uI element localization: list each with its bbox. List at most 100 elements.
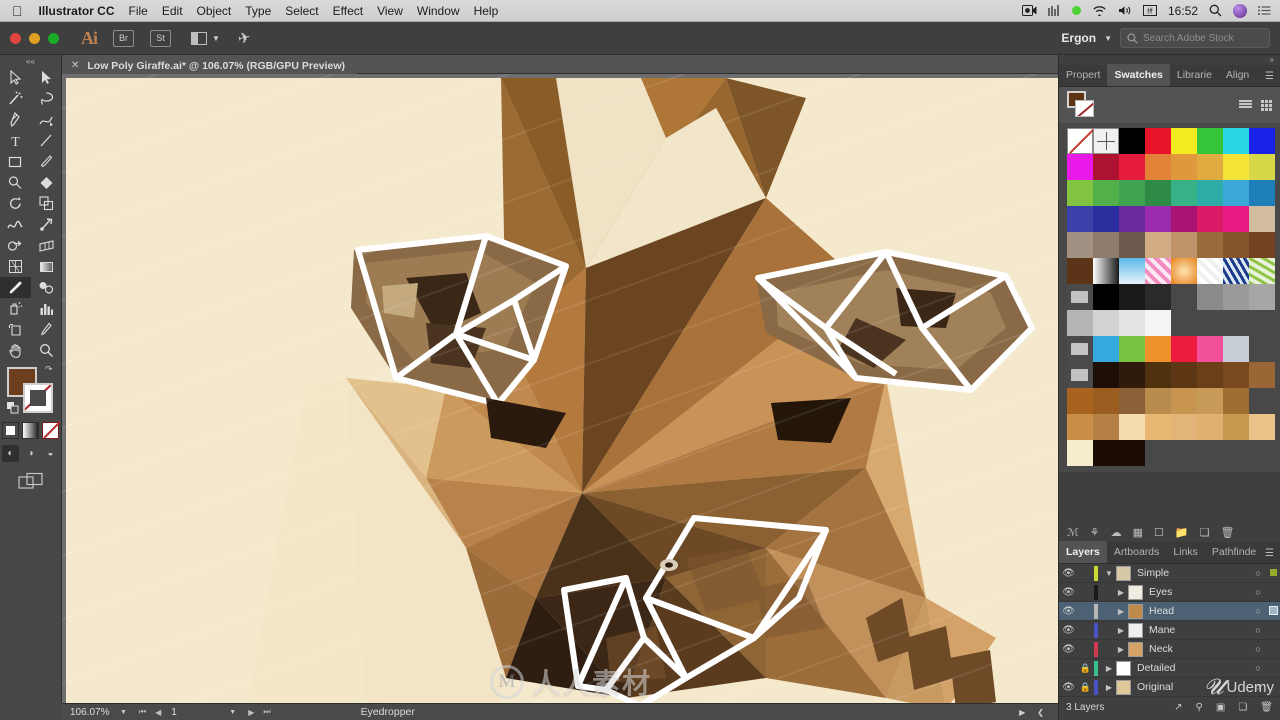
menu-object[interactable]: Object <box>197 4 232 18</box>
visibility-toggle-icon[interactable]: 👁 <box>1059 644 1078 655</box>
swatch[interactable] <box>1171 336 1197 362</box>
swatch-gradient-white-black[interactable] <box>1093 258 1119 284</box>
swatch[interactable] <box>1223 388 1249 414</box>
rotate-tool[interactable] <box>0 193 31 214</box>
swatch[interactable] <box>1145 310 1171 336</box>
layer-row-mane[interactable]: 👁 ▶ Mane ○ <box>1059 621 1280 640</box>
layer-row-simple[interactable]: 👁 ▼ Simple ○ <box>1059 564 1280 583</box>
layer-name[interactable]: Eyes <box>1149 586 1250 598</box>
tab-align[interactable]: Align <box>1219 64 1256 86</box>
swatch[interactable] <box>1249 128 1275 154</box>
menu-select[interactable]: Select <box>285 4 318 18</box>
menu-type[interactable]: Type <box>245 4 271 18</box>
swatch[interactable] <box>1145 232 1171 258</box>
swatch[interactable] <box>1171 232 1197 258</box>
canvas-area[interactable] <box>62 74 1058 703</box>
swatch[interactable] <box>1145 414 1171 440</box>
menubar-clock[interactable]: 16:52 <box>1168 4 1198 18</box>
artboard-tool[interactable] <box>0 319 31 340</box>
layer-name[interactable]: Mane <box>1149 624 1250 636</box>
swatch[interactable] <box>1197 232 1223 258</box>
layer-name[interactable]: Neck <box>1149 643 1250 655</box>
chevron-right-icon[interactable]: ▶ <box>1102 683 1116 692</box>
paper-plane-icon[interactable]: ✈ <box>236 28 252 48</box>
swatch[interactable] <box>1145 284 1171 310</box>
magic-wand-tool[interactable] <box>0 88 31 109</box>
swatch[interactable] <box>1145 128 1171 154</box>
slice-tool[interactable] <box>31 319 62 340</box>
zoom-level[interactable]: 106.07% <box>62 707 118 718</box>
swatch[interactable] <box>1197 128 1223 154</box>
menu-view[interactable]: View <box>377 4 403 18</box>
swatch[interactable] <box>1197 206 1223 232</box>
swatch[interactable] <box>1249 206 1275 232</box>
visibility-toggle-icon[interactable]: 👁 <box>1059 682 1078 693</box>
swatch[interactable] <box>1119 154 1145 180</box>
swatch[interactable] <box>1197 388 1223 414</box>
tab-pathfinder[interactable]: Pathfinde <box>1205 541 1263 563</box>
tab-links[interactable]: Links <box>1166 541 1205 563</box>
swatch[interactable] <box>1223 206 1249 232</box>
layer-row-original[interactable]: 👁 🔒 ▶ Original ○ <box>1059 678 1280 697</box>
change-screen-mode-icon[interactable] <box>17 472 44 493</box>
input-source-icon[interactable]: 拼 <box>1142 5 1157 16</box>
new-layer-icon[interactable]: ❏ <box>1200 526 1210 539</box>
curvature-tool[interactable] <box>31 109 62 130</box>
target-circle-icon[interactable]: ○ <box>1250 663 1266 673</box>
target-circle-icon[interactable]: ○ <box>1250 644 1266 654</box>
column-graph-tool[interactable] <box>31 298 62 319</box>
width-tool[interactable] <box>0 214 31 235</box>
list-view-icon[interactable] <box>1239 99 1252 111</box>
symbols-icon[interactable]: ℳ <box>1067 526 1079 539</box>
swatch[interactable] <box>1171 388 1197 414</box>
swatch[interactable] <box>1223 128 1249 154</box>
tab-libraries[interactable]: Librarie <box>1170 64 1219 86</box>
target-circle-icon[interactable]: ○ <box>1250 682 1266 692</box>
layer-name[interactable]: Original <box>1137 681 1250 693</box>
delete-icon[interactable]: 🗑 <box>1221 526 1235 539</box>
swatch[interactable] <box>1067 440 1093 466</box>
hand-tool[interactable] <box>0 340 31 361</box>
create-new-sublayer-icon[interactable]: ▣ <box>1216 702 1225 713</box>
swatch-pattern-blue-floral[interactable] <box>1223 258 1249 284</box>
direct-selection-tool[interactable] <box>31 67 62 88</box>
swatch[interactable] <box>1119 388 1145 414</box>
next-page-icon[interactable]: ▶ <box>248 708 254 717</box>
visibility-toggle-icon[interactable]: 👁 <box>1059 606 1078 617</box>
swatch[interactable] <box>1197 336 1223 362</box>
page-chevron-down-icon[interactable]: ▼ <box>229 709 236 716</box>
screen-record-icon[interactable] <box>1021 5 1037 16</box>
swatch[interactable] <box>1119 414 1145 440</box>
swatch[interactable] <box>1093 206 1119 232</box>
target-circle-icon[interactable]: ○ <box>1250 587 1266 597</box>
menu-help[interactable]: Help <box>474 4 499 18</box>
line-segment-tool[interactable] <box>31 130 62 151</box>
swatch[interactable] <box>1093 388 1119 414</box>
swatch[interactable] <box>1145 362 1171 388</box>
swatch[interactable] <box>1067 206 1093 232</box>
swatch[interactable] <box>1145 388 1171 414</box>
swatch-pattern-green-leaf[interactable] <box>1249 258 1275 284</box>
libraries-cloud-icon[interactable]: ☁ <box>1111 526 1122 539</box>
back-icon[interactable]: ❮ <box>1037 708 1044 717</box>
selection-tool[interactable] <box>0 67 31 88</box>
stroke-color-swatch[interactable] <box>22 383 53 413</box>
image-trace-icon[interactable]: ▦ <box>1133 526 1143 539</box>
notification-center-icon[interactable] <box>1258 5 1271 16</box>
tab-layers[interactable]: Layers <box>1059 541 1107 563</box>
color-mode-button[interactable] <box>2 422 19 439</box>
type-tool[interactable]: T <box>0 130 31 151</box>
adobe-stock-search[interactable]: Search Adobe Stock <box>1120 28 1270 48</box>
swatch-group-folder[interactable] <box>1067 362 1093 388</box>
swatch[interactable] <box>1145 336 1171 362</box>
rectangle-tool[interactable] <box>0 151 31 172</box>
swatch[interactable] <box>1119 310 1145 336</box>
swatch[interactable] <box>1119 336 1145 362</box>
swatch[interactable] <box>1223 284 1249 310</box>
swatch[interactable] <box>1145 154 1171 180</box>
siri-icon[interactable] <box>1233 3 1247 18</box>
swatch[interactable] <box>1171 362 1197 388</box>
swatch[interactable] <box>1119 232 1145 258</box>
swatch[interactable] <box>1067 232 1093 258</box>
swatch-group-folder[interactable] <box>1067 336 1093 362</box>
